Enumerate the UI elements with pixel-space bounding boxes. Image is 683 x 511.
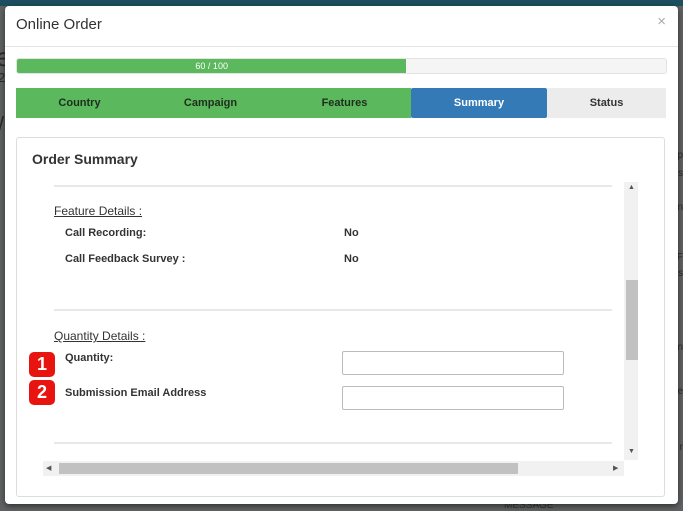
vertical-scrollbar[interactable]: ▲ ▼ <box>624 182 638 460</box>
summary-scroll-area: Feature Details : Call Recording: No Cal… <box>42 178 638 463</box>
section-divider <box>54 185 612 187</box>
horizontal-scroll-thumb[interactable] <box>59 463 518 474</box>
call-feedback-survey-label: Call Feedback Survey : <box>65 253 186 265</box>
modal-header: Online Order × <box>5 6 678 47</box>
call-recording-label: Call Recording: <box>65 227 147 239</box>
scroll-up-arrow-icon[interactable]: ▲ <box>628 184 635 191</box>
call-recording-value: No <box>344 227 359 239</box>
step-campaign[interactable]: Campaign <box>143 88 278 118</box>
section-divider <box>54 309 612 311</box>
submission-email-input[interactable] <box>342 386 564 410</box>
step-features[interactable]: Features <box>278 88 411 118</box>
background-slash-fragment: / <box>0 112 4 138</box>
scroll-left-arrow-icon[interactable]: ◀ <box>46 464 51 472</box>
annotation-badge-1: 1 <box>29 352 55 377</box>
order-progress-bar: 60 / 100 <box>16 58 667 74</box>
scroll-right-arrow-icon[interactable]: ▶ <box>613 464 618 472</box>
feature-details-heading: Feature Details : <box>54 204 143 218</box>
quantity-input[interactable] <box>342 351 564 375</box>
vertical-scroll-thumb[interactable] <box>626 280 638 360</box>
close-icon[interactable]: × <box>657 13 666 30</box>
horizontal-scrollbar[interactable]: ◀ ▶ <box>43 461 624 476</box>
submission-email-label: Submission Email Address <box>65 387 207 399</box>
order-summary-title: Order Summary <box>32 151 138 167</box>
section-divider <box>54 442 612 444</box>
modal-title: Online Order <box>16 16 102 33</box>
annotation-badge-2: 2 <box>29 380 55 405</box>
progress-fill: 60 / 100 <box>17 59 407 73</box>
quantity-details-heading: Quantity Details : <box>54 329 146 343</box>
step-status[interactable]: Status <box>547 88 666 118</box>
call-feedback-survey-value: No <box>344 253 359 265</box>
wizard-steps: Country Campaign Features Summary Status <box>16 88 666 118</box>
online-order-modal: Online Order × 60 / 100 Country Campaign… <box>5 6 678 504</box>
step-country[interactable]: Country <box>16 88 143 118</box>
scroll-down-arrow-icon[interactable]: ▼ <box>628 448 635 455</box>
step-summary[interactable]: Summary <box>411 88 547 118</box>
order-summary-panel: Order Summary Feature Details : Call Rec… <box>16 137 665 497</box>
quantity-label: Quantity: <box>65 352 114 364</box>
